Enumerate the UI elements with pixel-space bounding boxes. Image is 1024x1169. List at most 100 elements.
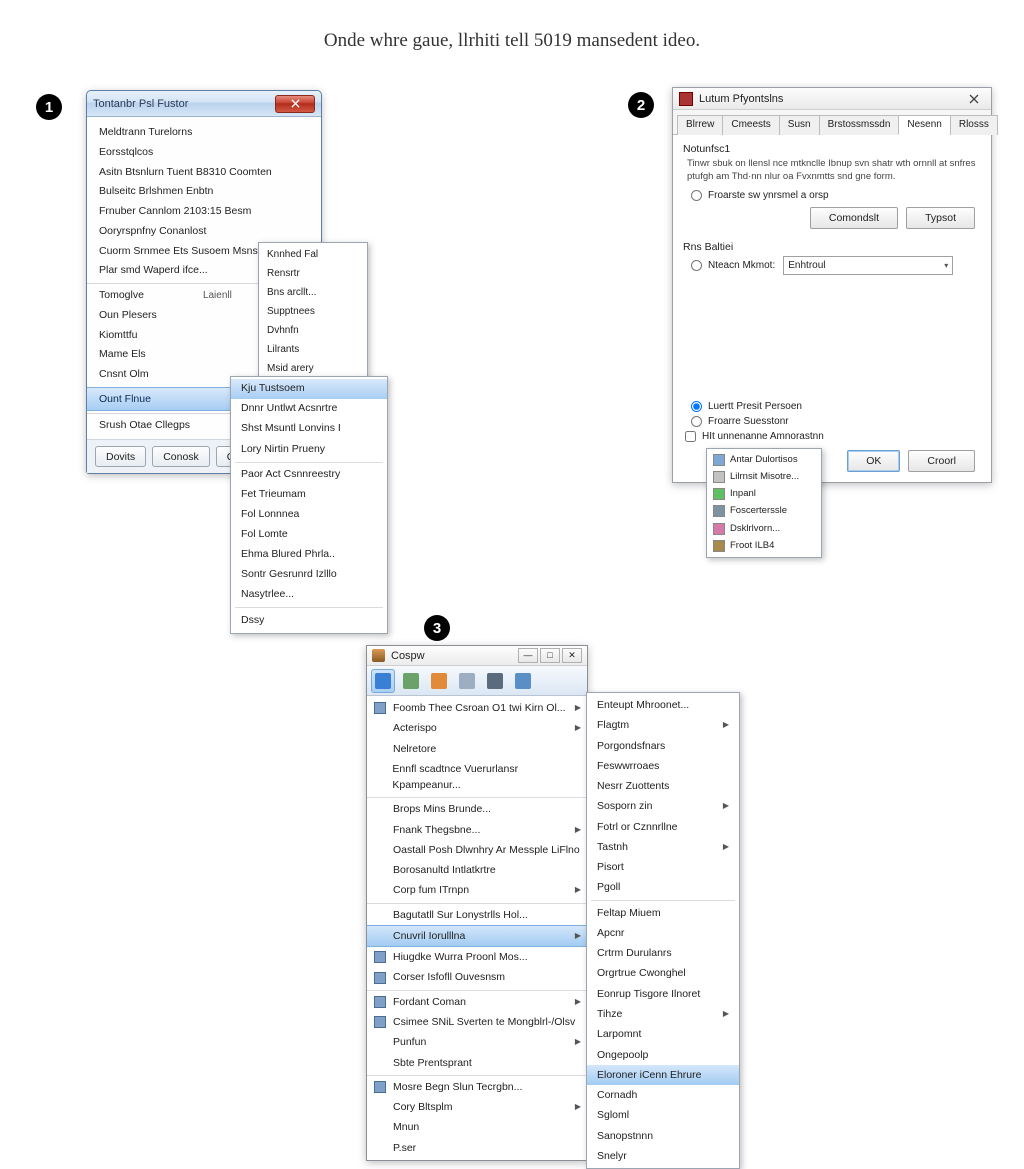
menu-item[interactable]: Fordant Coman▶ — [367, 990, 587, 1012]
submenu-item[interactable]: Tastnh▶ — [587, 837, 739, 857]
color-menu-item[interactable]: Foscerterssle — [709, 503, 819, 520]
menu-item[interactable]: Frnuber Cannlom 2103:15 Besm — [87, 202, 321, 222]
dialog3-titlebar[interactable]: Cospw — □ ✕ — [367, 646, 587, 666]
submenu-item[interactable]: Fol Lomte — [231, 525, 387, 545]
submenu-item[interactable]: Feswwrroaes — [587, 756, 739, 776]
close-button[interactable] — [963, 91, 985, 107]
radio-input[interactable] — [691, 190, 702, 201]
menu-item[interactable]: Punfun▶ — [367, 1032, 587, 1052]
submenu-item[interactable]: Fol Lonnnea — [231, 505, 387, 525]
button-configure[interactable]: Comondslt — [810, 207, 898, 229]
radio-input[interactable] — [691, 260, 702, 271]
submenu-item[interactable]: Dnnr Untlwt Acsnrtre — [231, 399, 387, 419]
menu-item[interactable]: Bagutatll Sur Lonystrlls Hol... — [367, 903, 587, 925]
color-menu-item[interactable]: Dsklrlvorn... — [709, 520, 819, 537]
menu-item[interactable]: Corp fum ITrnpn▶ — [367, 880, 587, 900]
submenu-item[interactable]: Ongepoolp — [587, 1045, 739, 1065]
menu-item[interactable]: Eorsstqlcos — [87, 143, 321, 163]
menu-item[interactable]: Borosanultd Intlatkrtre — [367, 860, 587, 880]
radio-input[interactable] — [691, 401, 702, 412]
radio-input[interactable] — [691, 416, 702, 427]
submenu-item[interactable]: Sgloml — [587, 1105, 739, 1125]
submenu-item[interactable]: Dssy — [231, 610, 387, 630]
menu-item[interactable]: Sbte Prentsprant — [367, 1053, 587, 1073]
menu-item[interactable]: Ennfl scadtnce Vuerurlansr Kpampeanur... — [367, 759, 587, 796]
color-menu-item[interactable]: Antar Dulortisos — [709, 451, 819, 468]
submenu-item[interactable]: Paor Act Csnnreestry — [231, 465, 387, 485]
mode-select[interactable]: Enhtroul ▾ — [783, 256, 953, 275]
dialog1-titlebar[interactable]: Tontanbr Psl Fustor — [87, 91, 321, 117]
menu-item[interactable]: Brops Mins Brunde... — [367, 797, 587, 819]
submenu-item[interactable]: Shst Msuntl Lonvins I — [231, 419, 387, 439]
orange-doc-icon[interactable] — [427, 669, 451, 693]
submenu-item[interactable]: Fet Trieumam — [231, 485, 387, 505]
tab-brstossmssdn[interactable]: Brstossmssdn — [819, 115, 900, 135]
maximize-button[interactable]: □ — [540, 648, 560, 663]
submenu-item[interactable]: Ehma Blured Phrla.. — [231, 545, 387, 565]
submenu-item[interactable]: Pgoll — [587, 877, 739, 897]
menu-item[interactable]: Fnank Thegsbne...▶ — [367, 820, 587, 840]
footer-button-2[interactable]: Conosk — [152, 446, 210, 467]
menu-item[interactable]: Cory Bltsplm▶ — [367, 1097, 587, 1117]
submenu-item[interactable]: Enteupt Mhroonet... — [587, 695, 739, 715]
submenu-item[interactable]: Nasytrlee... — [231, 585, 387, 605]
radio-option-3[interactable]: Luertt Presit Persoen — [691, 401, 981, 412]
submenu-item[interactable]: Pisort — [587, 857, 739, 877]
menu-item[interactable]: P.ser — [367, 1138, 587, 1158]
menu-item[interactable]: Hiugdke Wurra Proonl Mos... — [367, 947, 587, 967]
checkbox-row[interactable]: HIt unnenanne Amnorastnn — [685, 431, 981, 442]
menu-item[interactable]: Mnun — [367, 1117, 587, 1137]
submenu-item[interactable]: Dvhnfn — [259, 321, 367, 340]
menu-item[interactable]: Csimee SNiL Sverten te Mongblrl-/Olsv — [367, 1012, 587, 1032]
dialog2-titlebar[interactable]: Lutum Pfyontslns — [673, 88, 991, 110]
menu-item[interactable]: Ooryrspnfny Conanlost — [87, 222, 321, 242]
submenu-item[interactable]: Larpomnt — [587, 1024, 739, 1044]
menu-item[interactable]: Bulseitc Brlshmen Enbtn — [87, 182, 321, 202]
tab-susn[interactable]: Susn — [779, 115, 820, 135]
submenu-item[interactable]: Fotrl or Cznnrllne — [587, 817, 739, 837]
footer-button-1[interactable]: Dovits — [95, 446, 146, 467]
color-menu-item[interactable]: Froot ILB4 — [709, 537, 819, 554]
close-button[interactable] — [275, 95, 315, 113]
submenu-item[interactable]: Apcnr — [587, 923, 739, 943]
blue-tab-icon[interactable] — [371, 669, 395, 693]
submenu-item[interactable]: Lory Nirtin Prueny — [231, 439, 387, 459]
submenu-item[interactable]: Tihze▶ — [587, 1004, 739, 1024]
ok-button[interactable]: OK — [847, 450, 900, 472]
checkbox-input[interactable] — [685, 431, 696, 442]
radio-option-4[interactable]: Froarre Suesstonr — [691, 416, 981, 427]
submenu-item[interactable]: Eloroner iCenn Ehrure — [587, 1065, 739, 1085]
cancel-button[interactable]: Croorl — [908, 450, 975, 472]
color-menu-item[interactable]: Inpanl — [709, 486, 819, 503]
tab-rlosss[interactable]: Rlosss — [950, 115, 998, 135]
submenu-item[interactable]: Sanopstnnn — [587, 1126, 739, 1146]
close-button[interactable]: ✕ — [562, 648, 582, 663]
submenu-item[interactable]: Kju Tustsoem — [231, 379, 387, 399]
menu-item[interactable]: Meldtrann Turelorns — [87, 123, 321, 143]
light-gear-icon[interactable] — [455, 669, 479, 693]
dark-save-icon[interactable] — [483, 669, 507, 693]
submenu-item[interactable]: Rensrtr — [259, 264, 367, 283]
submenu-item[interactable]: Lilrants — [259, 340, 367, 359]
submenu-item[interactable]: Nesrr Zuottents — [587, 776, 739, 796]
menu-item[interactable]: Nelretore — [367, 739, 587, 759]
submenu-item[interactable]: Knnhed Fal — [259, 245, 367, 264]
menu-item[interactable]: Oastall Posh Dlwnhry Ar Messple LiFlno — [367, 840, 587, 860]
tab-cmeests[interactable]: Cmeests — [722, 115, 779, 135]
tab-blrrew[interactable]: Blrrew — [677, 115, 723, 135]
globe-icon[interactable] — [399, 669, 423, 693]
menu-item[interactable]: Corser Isfofll Ouvesnsm — [367, 967, 587, 987]
button-typeset[interactable]: Typsot — [906, 207, 975, 229]
blue-help-icon[interactable] — [511, 669, 535, 693]
tab-nesenn[interactable]: Nesenn — [898, 115, 950, 135]
menu-item[interactable]: Asitn Btsnlurn Tuent B8310 Coomten — [87, 163, 321, 183]
submenu-item[interactable]: Porgondsfnars — [587, 736, 739, 756]
submenu-item[interactable]: Sontr Gesrunrd Izlllo — [231, 565, 387, 585]
color-menu-item[interactable]: Lilrnsit Misotre... — [709, 468, 819, 485]
submenu-item[interactable]: Crtrm Durulanrs — [587, 943, 739, 963]
menu-item[interactable]: Foomb Thee Csroan O1 twi Kirn Ol...▶ — [367, 698, 587, 718]
submenu-item[interactable]: Feltap Miuem — [587, 903, 739, 923]
submenu-item[interactable]: Snelyr — [587, 1146, 739, 1166]
radio-option-2[interactable]: Nteacn Mkmot: — [691, 260, 775, 271]
submenu-item[interactable]: Flagtm▶ — [587, 715, 739, 735]
